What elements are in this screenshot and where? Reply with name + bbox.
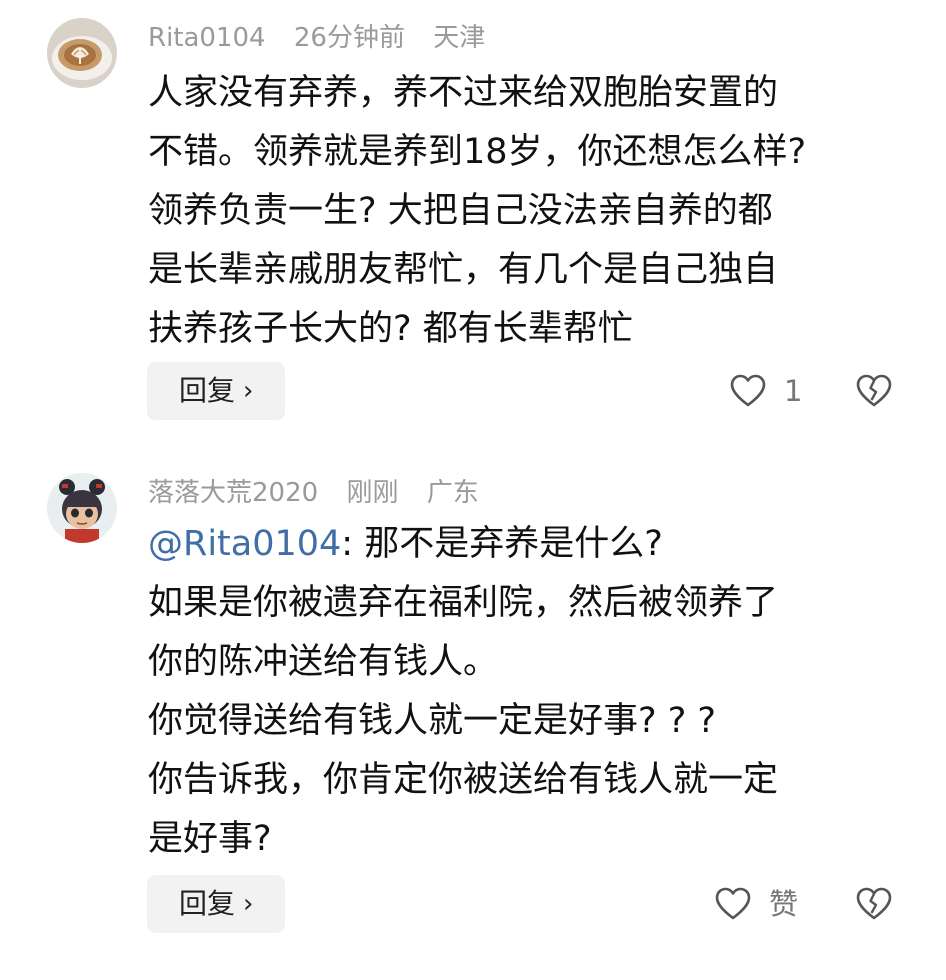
comment-line: 人家没有弃养，养不过来给双胞胎安置的 [148, 73, 779, 113]
heart-icon [730, 374, 766, 407]
user-avatar[interactable] [47, 18, 117, 88]
comment-line: 是好事? [148, 819, 272, 859]
reply-label: 回复 [179, 374, 236, 407]
comment-line: 如果是你被遗弃在福利院，然后被领养了 [148, 583, 779, 623]
username[interactable]: 落落大荒2020 [148, 478, 318, 508]
user-avatar[interactable] [47, 473, 117, 543]
like-count: 1 [784, 374, 803, 408]
chevron-right-icon: › [243, 889, 254, 919]
comment-line-text: : 那不是弃养是什么? [341, 524, 663, 564]
comment-text: 人家没有弃养，养不过来给双胞胎安置的 不错。领养就是养到18岁，你还想怎么样? … [148, 64, 906, 359]
comment-meta: 落落大荒2020 刚刚 广东 [148, 475, 499, 511]
comment-item: Rita0104 26分钟前 天津 人家没有弃养，养不过来给双胞胎安置的 不错。… [0, 0, 946, 440]
username[interactable]: Rita0104 [148, 23, 266, 53]
comment-line: 是长辈亲戚朋友帮忙，有几个是自己独自 [148, 250, 779, 290]
comment-meta: Rita0104 26分钟前 天津 [148, 20, 505, 56]
reply-button[interactable]: 回复 › [147, 875, 285, 933]
chevron-right-icon: › [243, 376, 254, 406]
cartoon-girl-avatar-icon [47, 473, 117, 543]
location: 广东 [426, 478, 479, 508]
like-button[interactable]: 赞 [715, 875, 798, 933]
broken-heart-icon [856, 374, 892, 407]
timestamp: 26分钟前 [293, 23, 405, 53]
comment-line: @Rita0104: 那不是弃养是什么? [148, 515, 906, 574]
comment-line: 领养负责一生? 大把自己没法亲自养的都 [148, 191, 773, 231]
reply-label: 回复 [179, 887, 236, 920]
heart-icon [715, 887, 751, 920]
comment-line: 你觉得送给有钱人就一定是好事? ? ? [148, 701, 716, 741]
comment-line: 扶养孩子长大的? 都有长辈帮忙 [148, 309, 633, 349]
comment-line: 不错。领养就是养到18岁，你还想怎么样? [148, 132, 807, 172]
dislike-button[interactable] [856, 362, 892, 420]
dislike-button[interactable] [856, 875, 892, 933]
mention-link[interactable]: @Rita0104 [148, 524, 341, 564]
like-label: 赞 [769, 887, 799, 921]
comment-line: 你的陈冲送给有钱人。 [148, 642, 499, 682]
comment-line: 你告诉我，你肯定你被送给有钱人就一定 [148, 760, 779, 800]
comment-item: 落落大荒2020 刚刚 广东 @Rita0104: 那不是弃养是什么? 如果是你… [0, 455, 946, 980]
latte-art-avatar-icon [47, 18, 117, 88]
reply-button[interactable]: 回复 › [147, 362, 285, 420]
broken-heart-icon [856, 887, 892, 920]
location: 天津 [433, 23, 486, 53]
timestamp: 刚刚 [346, 478, 399, 508]
comment-text: @Rita0104: 那不是弃养是什么? 如果是你被遗弃在福利院，然后被领养了 … [148, 515, 906, 869]
like-button[interactable]: 1 [730, 362, 802, 420]
